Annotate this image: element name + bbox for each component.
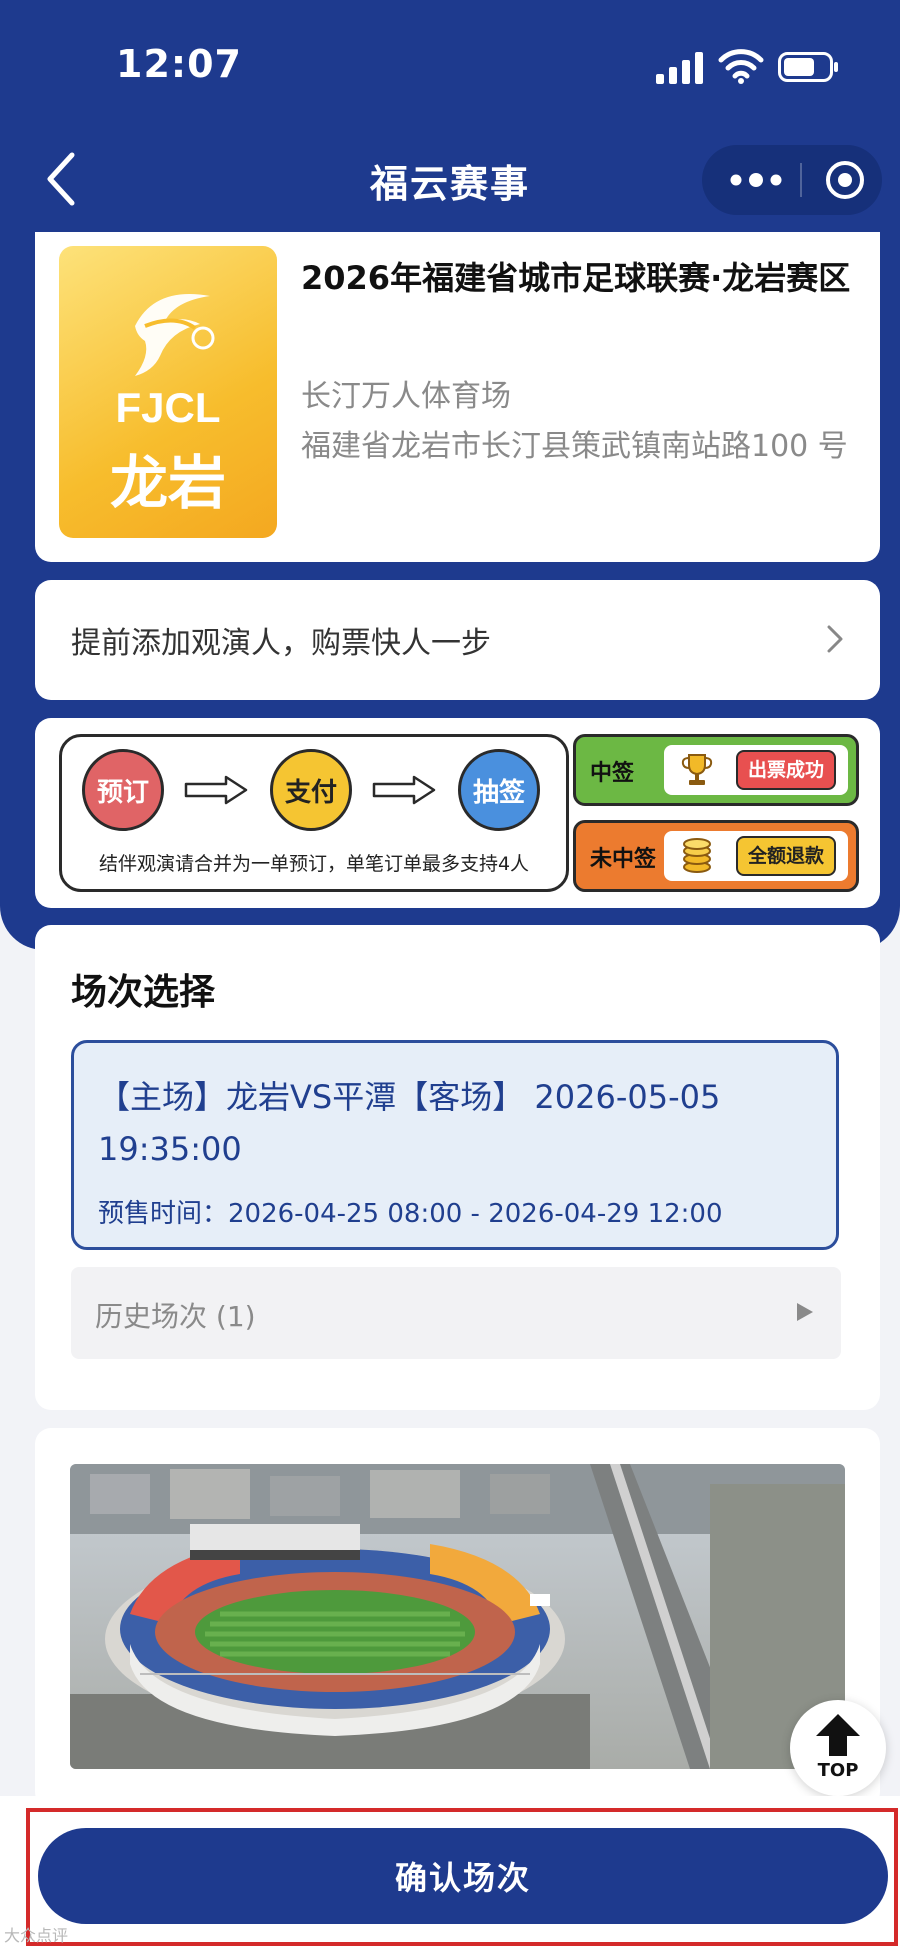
watermark: 大众点评	[4, 1926, 69, 1945]
battery-icon	[778, 52, 838, 82]
result-win: 中签 出票成功	[573, 734, 859, 806]
miniprogram-capsule	[702, 145, 882, 215]
arrow-up-icon	[816, 1714, 860, 1756]
result-lose-label: 未中签	[590, 847, 657, 872]
capsule-divider	[800, 163, 802, 197]
status-bar: 12:07	[0, 0, 900, 130]
scroll-to-top-button[interactable]: TOP	[790, 1700, 886, 1796]
poster-city: 龙岩	[109, 449, 226, 517]
flow-note: 结伴观演请合并为一单预订，单笔订单最多支持4人	[98, 853, 530, 875]
arrow-right-icon	[184, 775, 248, 805]
event-poster: FJCL 龙岩	[59, 246, 277, 538]
session-match-title: 【主场】龙岩VS平潭【客场】 2026-05-05 19:35:00	[98, 1078, 721, 1168]
venue-photo-card	[35, 1428, 880, 1808]
step-lottery: 抽签	[458, 749, 540, 831]
add-viewer-row[interactable]: 提前添加观演人，购票快人一步	[35, 580, 880, 700]
triangle-right-icon	[797, 1303, 813, 1321]
session-presale-time: 预售时间：2026-04-25 08:00 - 2026-04-29 12:00	[98, 1199, 723, 1229]
poster-brand: FJCL	[115, 384, 221, 431]
add-viewer-text: 提前添加观演人，购票快人一步	[71, 626, 491, 661]
highlight-frame: 确认场次	[26, 1808, 898, 1946]
venue-address: 福建省龙岩市长汀县策武镇南站路100 号	[301, 429, 848, 464]
trophy-icon	[681, 754, 713, 785]
wifi-icon	[718, 49, 764, 84]
result-lose: 未中签 全额退款	[573, 820, 859, 892]
event-title: 2026年福建省城市足球联赛·龙岩赛区	[301, 259, 851, 297]
section-heading: 场次选择	[71, 972, 216, 1013]
result-win-inner: 出票成功	[664, 745, 848, 795]
result-lose-inner: 全额退款	[664, 831, 848, 881]
scroll-to-top-label: TOP	[817, 1760, 859, 1781]
flow-steps-box: 预订 支付 抽签 结伴观演请合并为一单预订，单笔订单最多支持4人	[59, 734, 569, 892]
cellular-signal-icon	[656, 52, 703, 84]
event-info-card: FJCL 龙岩 2026年福建省城市足球联赛·龙岩赛区 长汀万人体育场 福建省龙…	[35, 232, 880, 562]
navigation-bar: 福云赛事	[0, 135, 900, 225]
session-select-card: 场次选择 【主场】龙岩VS平潭【客场】 2026-05-05 19:35:00 …	[35, 925, 880, 1410]
league-logo-icon	[135, 294, 215, 376]
purchase-flow-card: 预订 支付 抽签 结伴观演请合并为一单预订，单笔订单最多支持4人 中签 出票成功…	[35, 718, 880, 908]
history-sessions-row[interactable]: 历史场次 (1)	[71, 1267, 841, 1359]
close-miniprogram-icon[interactable]	[824, 159, 866, 201]
history-sessions-label: 历史场次 (1)	[95, 1300, 256, 1333]
result-win-pill: 出票成功	[736, 750, 837, 790]
session-option-selected[interactable]: 【主场】龙岩VS平潭【客场】 2026-05-05 19:35:00 预售时间：…	[71, 1040, 839, 1250]
venue-name: 长汀万人体育场	[301, 379, 511, 414]
result-win-label: 中签	[590, 761, 635, 786]
bottom-action-bar: 确认场次 大众点评	[0, 1796, 900, 1949]
venue-info: 长汀万人体育场 福建省龙岩市长汀县策武镇南站路100 号	[301, 372, 861, 472]
step-pay: 支付	[270, 749, 352, 831]
result-lose-pill: 全额退款	[736, 836, 837, 876]
confirm-session-button[interactable]: 确认场次	[38, 1828, 888, 1924]
coins-icon	[683, 838, 711, 873]
status-time: 12:07	[116, 42, 242, 86]
step-reserve: 预订	[82, 749, 164, 831]
chevron-right-icon	[827, 625, 843, 653]
stadium-photo	[70, 1464, 845, 1769]
arrow-right-icon	[372, 775, 436, 805]
more-options-icon[interactable]	[726, 163, 786, 197]
